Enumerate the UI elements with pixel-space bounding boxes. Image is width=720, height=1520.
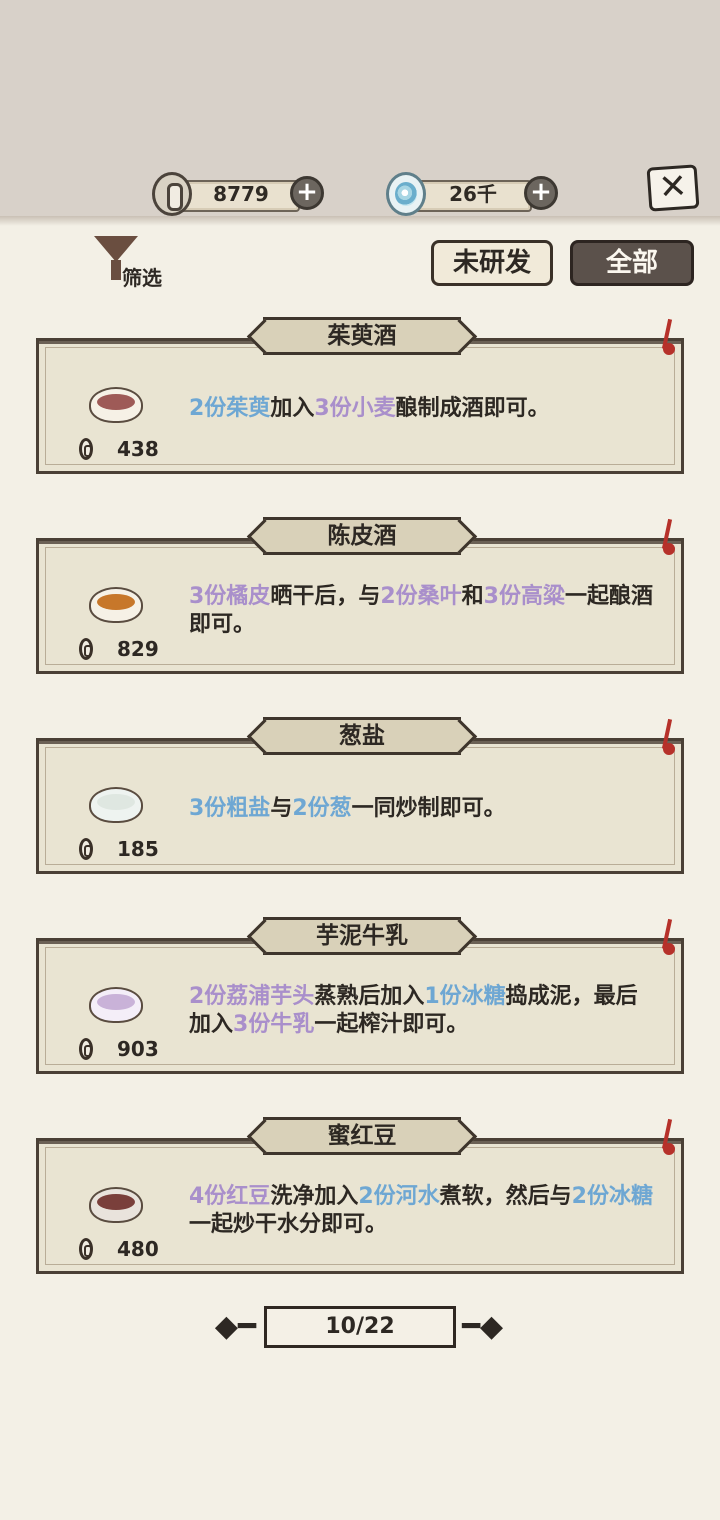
- ingredient-text: 2份葱: [292, 796, 352, 821]
- description-text: 煮软，然后与: [439, 1184, 572, 1209]
- description-text: 晒干后，与: [270, 584, 381, 609]
- description-text: 一同炒制即可。: [351, 796, 506, 821]
- recipe-price: 438: [117, 437, 159, 461]
- coin-icon: [152, 172, 192, 216]
- description-text: 一起榨汁即可。: [314, 1012, 469, 1037]
- filter-label: 筛选: [122, 266, 162, 290]
- recipe-title-plaque: 陈皮酒: [263, 517, 461, 555]
- tab-unresearched[interactable]: 未研发: [431, 240, 553, 286]
- recipe-title: 芋泥牛乳: [316, 923, 408, 949]
- ingredient-text: 2份河水: [358, 1184, 440, 1209]
- coin-icon: [79, 1038, 93, 1060]
- jade-counter: 26千 +: [386, 172, 558, 216]
- ingredient-text: 3份小麦: [314, 396, 396, 421]
- close-button[interactable]: ✕: [646, 164, 700, 212]
- bookmark-icon: [661, 518, 675, 561]
- add-coins-button[interactable]: +: [290, 176, 324, 210]
- recipe-card[interactable]: 茱萸酒 438 2份茱萸加入3份小麦酿制成酒即可。: [36, 317, 684, 474]
- coin-icon: [79, 438, 93, 460]
- ingredient-text: 3份橘皮: [189, 584, 271, 609]
- amber-wine-bowl-icon: [85, 581, 149, 627]
- recipe-title: 葱盐: [339, 723, 385, 749]
- add-jade-button[interactable]: +: [524, 176, 558, 210]
- top-backdrop: [0, 0, 720, 222]
- salt-bowl-icon: [85, 781, 149, 827]
- recipe-description: 2份荔浦芋头蒸熟后加入1份冰糖捣成泥，最后加入3份牛乳一起榨汁即可。: [189, 983, 659, 1039]
- ingredient-text: 2份茱萸: [189, 396, 271, 421]
- recipe-price: 829: [117, 637, 159, 661]
- description-text: 和: [461, 584, 484, 609]
- description-text: 酿制成酒即可。: [395, 396, 550, 421]
- recipe-card[interactable]: 陈皮酒 829 3份橘皮晒干后，与2份桑叶和3份高粱一起酿酒即可。: [36, 517, 684, 674]
- arrow-right-icon: ━◆: [462, 1309, 504, 1344]
- recipe-title-plaque: 芋泥牛乳: [263, 917, 461, 955]
- red-wine-cup-icon: [85, 381, 149, 427]
- recipe-price: 480: [117, 1237, 159, 1261]
- funnel-stem: [111, 260, 121, 280]
- coin-counter: 8779 +: [152, 172, 324, 216]
- tab-all[interactable]: 全部: [570, 240, 694, 286]
- close-icon: ✕: [657, 166, 689, 208]
- recipe-description: 3份粗盐与2份葱一同炒制即可。: [189, 795, 659, 823]
- recipe-card[interactable]: 蜜红豆 480 4份红豆洗净加入2份河水煮软，然后与2份冰糖一起炒干水分即可。: [36, 1117, 684, 1274]
- ingredient-text: 3份高粱: [483, 584, 565, 609]
- ingredient-text: 2份桑叶: [380, 584, 462, 609]
- taro-milk-cup-icon: [85, 981, 149, 1027]
- ingredient-text: 3份牛乳: [233, 1012, 315, 1037]
- description-text: 蒸熟后加入: [314, 984, 425, 1009]
- description-text: 洗净加入: [270, 1184, 359, 1209]
- recipe-description: 2份茱萸加入3份小麦酿制成酒即可。: [189, 395, 659, 423]
- ingredient-text: 4份红豆: [189, 1184, 271, 1209]
- recipe-title: 茱萸酒: [327, 323, 397, 349]
- red-bean-bowl-icon: [85, 1181, 149, 1227]
- recipe-card[interactable]: 芋泥牛乳 903 2份荔浦芋头蒸熟后加入1份冰糖捣成泥，最后加入3份牛乳一起榨汁即可…: [36, 917, 684, 1074]
- funnel-icon: [94, 236, 138, 262]
- arrow-left-icon: ◆━: [214, 1309, 256, 1344]
- bookmark-icon: [661, 918, 675, 961]
- ingredient-text: 2份冰糖: [571, 1184, 653, 1209]
- bookmark-icon: [661, 1118, 675, 1161]
- coin-value: 8779: [213, 182, 269, 206]
- ingredient-text: 2份荔浦芋头: [189, 984, 315, 1009]
- description-text: 加入: [270, 396, 315, 421]
- ingredient-text: 1份冰糖: [424, 984, 506, 1009]
- jade-icon: [386, 172, 426, 216]
- top-backdrop-edge: [0, 216, 720, 226]
- recipe-price: 903: [117, 1037, 159, 1061]
- recipe-title-plaque: 蜜红豆: [263, 1117, 461, 1155]
- jade-value: 26千: [449, 182, 497, 206]
- coin-icon: [79, 838, 93, 860]
- recipe-price: 185: [117, 837, 159, 861]
- coin-icon: [79, 1238, 93, 1260]
- next-page-button[interactable]: ━◆: [462, 1310, 532, 1344]
- bookmark-icon: [661, 318, 675, 361]
- description-text: 一起炒干水分即可。: [189, 1212, 388, 1237]
- recipe-title-plaque: 茱萸酒: [263, 317, 461, 355]
- recipe-card[interactable]: 葱盐 185 3份粗盐与2份葱一同炒制即可。: [36, 717, 684, 874]
- coin-icon: [79, 638, 93, 660]
- recipe-title: 陈皮酒: [327, 523, 397, 549]
- recipe-title: 蜜红豆: [327, 1123, 397, 1149]
- ingredient-text: 3份粗盐: [189, 796, 271, 821]
- bookmark-icon: [661, 718, 675, 761]
- recipe-description: 3份橘皮晒干后，与2份桑叶和3份高粱一起酿酒即可。: [189, 583, 659, 639]
- page-indicator: 10/22: [264, 1306, 456, 1348]
- description-text: 与: [270, 796, 293, 821]
- recipe-title-plaque: 葱盐: [263, 717, 461, 755]
- prev-page-button[interactable]: ◆━: [186, 1310, 256, 1344]
- recipe-description: 4份红豆洗净加入2份河水煮软，然后与2份冰糖一起炒干水分即可。: [189, 1183, 659, 1239]
- filter-button[interactable]: 筛选: [94, 236, 184, 290]
